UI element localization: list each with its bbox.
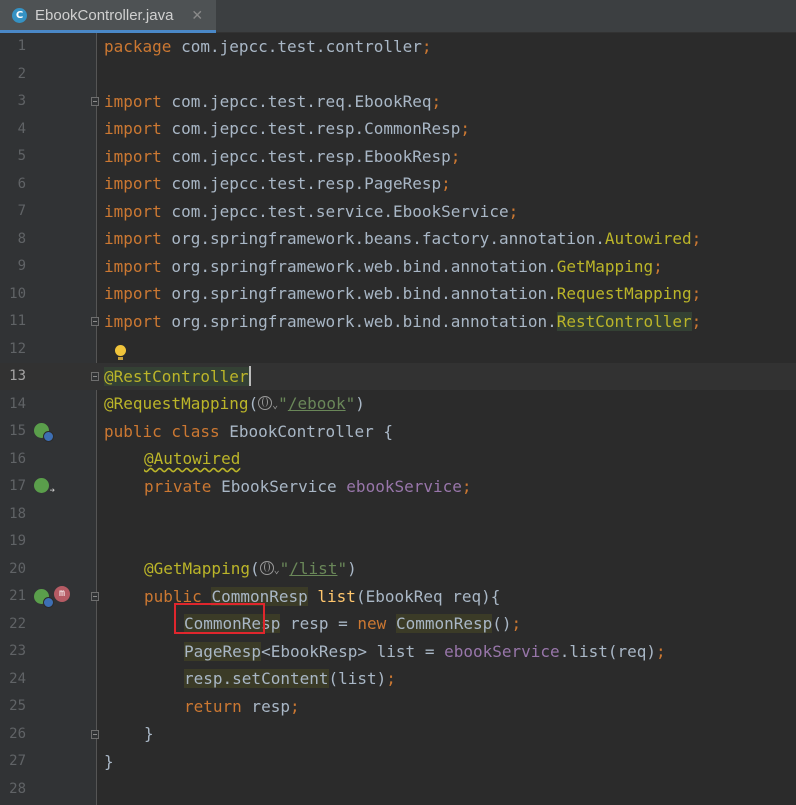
lightbulb-icon[interactable] xyxy=(115,345,126,360)
line-number: 5 xyxy=(17,148,26,164)
endpoint-icon[interactable] xyxy=(34,589,54,608)
code-line-3: import com.jepcc.test.req.EbookReq; xyxy=(104,92,442,111)
line-number: 15 xyxy=(9,423,26,439)
line-number: 20 xyxy=(9,561,26,577)
line-number: 23 xyxy=(9,643,26,659)
code-line-23: PageResp<EbookResp> list = ebookService.… xyxy=(184,642,666,661)
code-line-15: public class EbookController { xyxy=(104,422,393,441)
line-number: 18 xyxy=(9,506,26,522)
code-line-24: resp.setContent(list); xyxy=(184,669,396,688)
code-line-27: } xyxy=(104,752,114,771)
line-number: 12 xyxy=(9,341,26,357)
code-line-11: import org.springframework.web.bind.anno… xyxy=(104,312,702,331)
line-number: 11 xyxy=(9,313,26,329)
line-number: 19 xyxy=(9,533,26,549)
line-number: 14 xyxy=(9,396,26,412)
autowired-navigate-icon[interactable]: ➔ xyxy=(34,478,55,496)
gutter-divider xyxy=(96,33,97,805)
line-number: 4 xyxy=(17,121,26,137)
line-number: 9 xyxy=(17,258,26,274)
line-number: 1 xyxy=(17,38,26,54)
line-number: 17 xyxy=(9,478,26,494)
line-number: 24 xyxy=(9,671,26,687)
line-number: 6 xyxy=(17,176,26,192)
close-tab-icon[interactable]: ✕ xyxy=(191,7,203,24)
line-number: 8 xyxy=(17,231,26,247)
globe-icon-2[interactable] xyxy=(259,561,274,575)
globe-icon[interactable] xyxy=(258,396,273,410)
code-line-25: return resp; xyxy=(184,697,300,716)
fold-marker-imports-end[interactable] xyxy=(91,317,99,326)
code-line-16: @Autowired xyxy=(144,449,241,468)
code-line-5: import com.jepcc.test.resp.EbookResp; xyxy=(104,147,461,166)
editor-tab-bar: C EbookController.java ✕ xyxy=(0,0,796,33)
fold-marker-method[interactable] xyxy=(91,592,99,601)
code-line-20: @GetMapping(⌄"/list") xyxy=(144,555,357,584)
line-number: 22 xyxy=(9,616,26,632)
line-number: 13 xyxy=(9,368,26,384)
text-caret xyxy=(248,366,251,386)
line-number: 28 xyxy=(9,781,26,797)
line-number: 26 xyxy=(9,726,26,742)
highlight-annotation-box xyxy=(174,603,265,634)
line-number: 3 xyxy=(17,93,26,109)
fold-marker-class[interactable] xyxy=(91,372,99,381)
code-line-4: import com.jepcc.test.resp.CommonResp; xyxy=(104,119,471,138)
line-number: 2 xyxy=(17,66,26,82)
code-line-10: import org.springframework.web.bind.anno… xyxy=(104,284,702,303)
tab-title: EbookController.java xyxy=(35,6,174,24)
fold-marker-imports[interactable] xyxy=(91,97,99,106)
java-class-icon: C xyxy=(12,7,27,23)
code-line-7: import com.jepcc.test.service.EbookServi… xyxy=(104,202,519,221)
code-line-1: package com.jepcc.test.controller; xyxy=(104,37,432,56)
line-number: 21 xyxy=(9,588,26,604)
code-line-9: import org.springframework.web.bind.anno… xyxy=(104,257,663,276)
fold-marker-method-end[interactable] xyxy=(91,730,99,739)
line-number: 10 xyxy=(9,286,26,302)
mapping-method-icon[interactable]: m xyxy=(54,586,70,602)
line-number: 27 xyxy=(9,753,26,769)
code-line-8: import org.springframework.beans.factory… xyxy=(104,229,702,248)
code-line-6: import com.jepcc.test.resp.PageResp; xyxy=(104,174,451,193)
code-line-17: private EbookService ebookService; xyxy=(144,477,472,496)
tab-ebookcontroller[interactable]: C EbookController.java ✕ xyxy=(0,0,216,33)
spring-bean-icon[interactable] xyxy=(34,423,54,442)
code-line-26: } xyxy=(144,724,154,743)
code-line-14: @RequestMapping(⌄"/ebook") xyxy=(104,390,365,419)
line-number: 7 xyxy=(17,203,26,219)
line-number: 16 xyxy=(9,451,26,467)
code-editor[interactable]: 1 2 3 4 5 6 7 8 9 10 11 12 13 14 15 16 17 18 19 20 21 22 23 24 2… xyxy=(0,33,796,805)
code-line-13: @RestController xyxy=(104,366,251,386)
line-number: 25 xyxy=(9,698,26,714)
